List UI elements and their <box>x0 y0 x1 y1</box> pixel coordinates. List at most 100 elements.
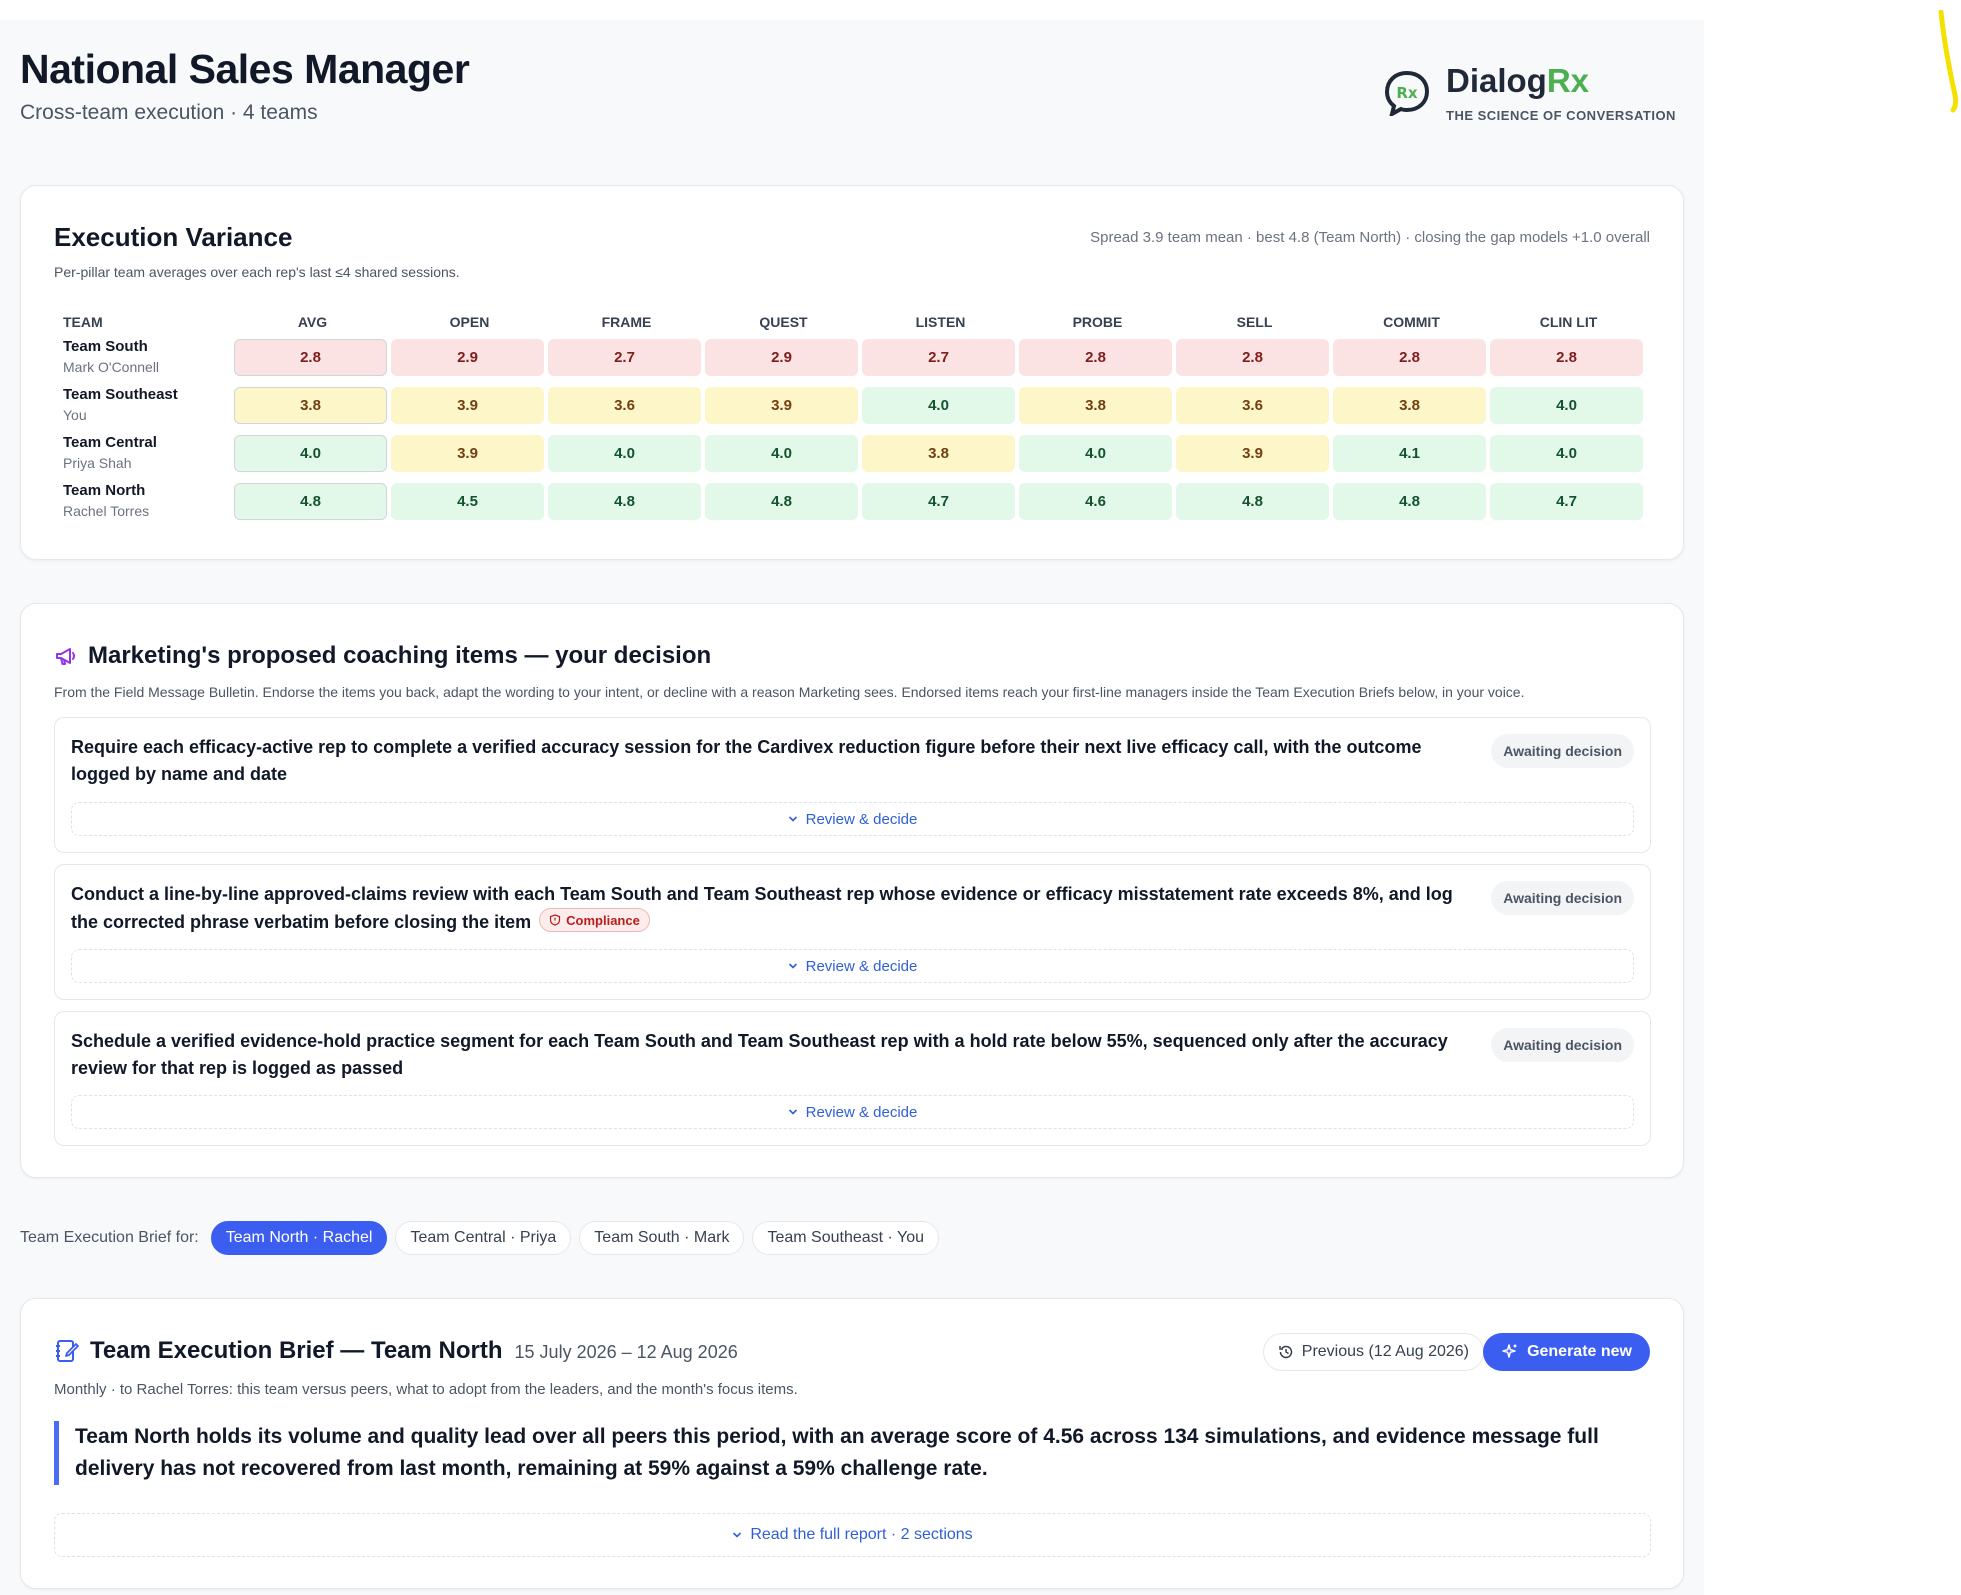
brief-description: Monthly · to Rachel Torres: this team ve… <box>54 1381 798 1398</box>
score-cell: 4.0 <box>1019 434 1172 472</box>
team-name: Team North <box>63 482 146 499</box>
variance-grid: TEAM AVG OPEN FRAME QUEST LISTEN PROBE SELL COM… <box>54 311 1654 525</box>
chevron-down-icon <box>788 1109 797 1115</box>
page-canvas: National Sales Manager Cross-team execut… <box>0 20 1704 1595</box>
page-header: National Sales Manager Cross-team execut… <box>20 46 1684 146</box>
variance-description: Per-pillar team averages over each rep's… <box>54 264 460 280</box>
score-cell: 4.6 <box>1019 482 1172 520</box>
coaching-item-text-body: Conduct a line-by-line approved-claims r… <box>71 884 1453 932</box>
coaching-item-text: Require each efficacy-active rep to comp… <box>71 737 1422 784</box>
brief-summary: Team North holds its volume and quality … <box>54 1421 1651 1485</box>
score-cell: 2.8 <box>234 338 387 376</box>
review-decide-label: Review & decide <box>805 957 918 975</box>
logo-bubble-letters: Rx <box>1396 84 1418 102</box>
score-cell: 2.8 <box>1490 338 1643 376</box>
team-label: Team Southeast You <box>54 385 234 425</box>
history-icon <box>1279 1345 1293 1359</box>
column-header-open: OPEN <box>449 314 490 330</box>
team-label: Team Central Priya Shah <box>54 433 234 473</box>
team-pill-southeast[interactable]: Team Southeast · You <box>752 1221 940 1255</box>
team-row-team-southeast: Team Southeast You 3.8 3.9 3.6 3.9 4.0 3.8 3.6 3.… <box>54 381 1654 429</box>
column-header-clin-lit: CLIN LIT <box>1539 314 1598 330</box>
read-full-report-button[interactable]: Read the full report · 2 sections <box>54 1513 1651 1557</box>
coaching-item: Conduct a line-by-line approved-claims r… <box>54 864 1651 1000</box>
team-name: Team Southeast <box>63 386 178 403</box>
score-cell: 3.6 <box>1176 386 1329 424</box>
coaching-item: Require each efficacy-active rep to comp… <box>54 717 1651 853</box>
score-cell: 4.8 <box>548 482 701 520</box>
marketing-title: Marketing's proposed coaching items — yo… <box>88 642 712 669</box>
team-pill-north[interactable]: Team North · Rachel <box>210 1221 388 1255</box>
score-cell: 4.7 <box>1490 482 1643 520</box>
score-cell: 3.6 <box>548 386 701 424</box>
team-label: Team North Rachel Torres <box>54 481 234 521</box>
score-cell: 2.8 <box>1019 338 1172 376</box>
previous-brief-label: Previous (12 Aug 2026) <box>1301 1343 1469 1360</box>
review-decide-button[interactable]: Review & decide <box>71 1095 1634 1129</box>
score-cell: 4.8 <box>1333 482 1486 520</box>
score-cell: 2.9 <box>705 338 858 376</box>
team-name: Team South <box>63 338 148 355</box>
status-badge: Awaiting decision <box>1491 881 1634 915</box>
variance-title: Execution Variance <box>54 222 293 252</box>
team-manager: Mark O'Connell <box>63 359 160 375</box>
logo-wordmark: DialogRx <box>1446 62 1589 100</box>
score-cell: 4.0 <box>1490 434 1643 472</box>
team-column-header: TEAM <box>63 314 103 330</box>
coaching-item: Schedule a verified evidence-hold practi… <box>54 1011 1651 1146</box>
score-cell: 4.8 <box>705 482 858 520</box>
column-header-sell: SELL <box>1236 314 1273 330</box>
chat-bubble-logo-icon: Rx <box>1384 70 1430 116</box>
score-cell: 2.9 <box>391 338 544 376</box>
score-cell: 3.9 <box>705 386 858 424</box>
team-manager: You <box>63 407 87 423</box>
team-row-team-central: Team Central Priya Shah 4.0 3.9 4.0 4.0 3.8 4.0… <box>54 429 1654 477</box>
team-row-team-north: Team North Rachel Torres 4.8 4.5 4.8 4.8 4.7 4.… <box>54 477 1654 525</box>
team-pill-south[interactable]: Team South · Mark <box>579 1221 745 1255</box>
compliance-tag-label: Compliance <box>566 912 640 928</box>
team-brief-selector: Team Execution Brief for: Team North · R… <box>20 1220 947 1256</box>
team-pill-central[interactable]: Team Central · Priya <box>395 1221 572 1255</box>
score-cell: 2.7 <box>862 338 1015 376</box>
brief-title-row: Team Execution Brief — Team North 15 Jul… <box>54 1337 738 1365</box>
score-cell: 4.0 <box>862 386 1015 424</box>
status-badge: Awaiting decision <box>1491 1028 1634 1062</box>
review-decide-button[interactable]: Review & decide <box>71 949 1634 983</box>
score-cell: 3.8 <box>234 386 387 424</box>
coaching-item-text: Schedule a verified evidence-hold practi… <box>71 1031 1448 1078</box>
team-manager: Priya Shah <box>63 455 132 471</box>
logo-tagline: THE SCIENCE OF CONVERSATION <box>1446 108 1676 123</box>
score-cell: 2.8 <box>1176 338 1329 376</box>
marketing-description: From the Field Message Bulletin. Endorse… <box>54 684 1525 700</box>
shield-alert-icon <box>550 914 561 926</box>
column-header-avg: AVG <box>297 314 328 330</box>
score-cell: 4.8 <box>234 482 387 520</box>
score-cell: 3.8 <box>862 434 1015 472</box>
team-name: Team Central <box>63 434 157 451</box>
brief-date-range: 15 July 2026 – 12 Aug 2026 <box>514 1342 738 1362</box>
brief-title: Team Execution Brief — Team North <box>90 1337 503 1364</box>
column-header-probe: PROBE <box>1072 314 1123 330</box>
highlighter-stroke <box>1938 10 1959 113</box>
score-cell: 4.1 <box>1333 434 1486 472</box>
notebook-pen-icon <box>56 1340 79 1362</box>
marketing-coaching-card: Marketing's proposed coaching items — yo… <box>20 603 1684 1178</box>
marketing-title-row: Marketing's proposed coaching items — yo… <box>54 642 711 670</box>
team-row-team-south: Team South Mark O'Connell 2.8 2.9 2.7 2.9 2.7 2… <box>54 333 1654 381</box>
team-manager: Rachel Torres <box>63 503 150 519</box>
logo-word-main: Dialog <box>1446 62 1547 99</box>
score-cell: 2.7 <box>548 338 701 376</box>
team-execution-brief-card: Team Execution Brief — Team North 15 Jul… <box>20 1298 1684 1589</box>
previous-brief-button[interactable]: Previous (12 Aug 2026) <box>1262 1333 1484 1371</box>
score-cell: 4.0 <box>705 434 858 472</box>
megaphone-icon <box>56 648 75 665</box>
generate-new-button[interactable]: Generate new <box>1483 1333 1650 1371</box>
column-header-frame: FRAME <box>601 314 652 330</box>
review-decide-button[interactable]: Review & decide <box>71 802 1634 836</box>
score-cell: 3.9 <box>391 434 544 472</box>
column-header-quest: QUEST <box>759 314 808 330</box>
variance-grid-header: TEAM AVG OPEN FRAME QUEST LISTEN PROBE SELL COM… <box>54 311 1654 333</box>
dialogrx-logo: Rx DialogRx THE SCIENCE OF CONVERSATION <box>1384 60 1684 130</box>
compliance-tag: Compliance <box>539 908 650 932</box>
score-cell: 4.7 <box>862 482 1015 520</box>
